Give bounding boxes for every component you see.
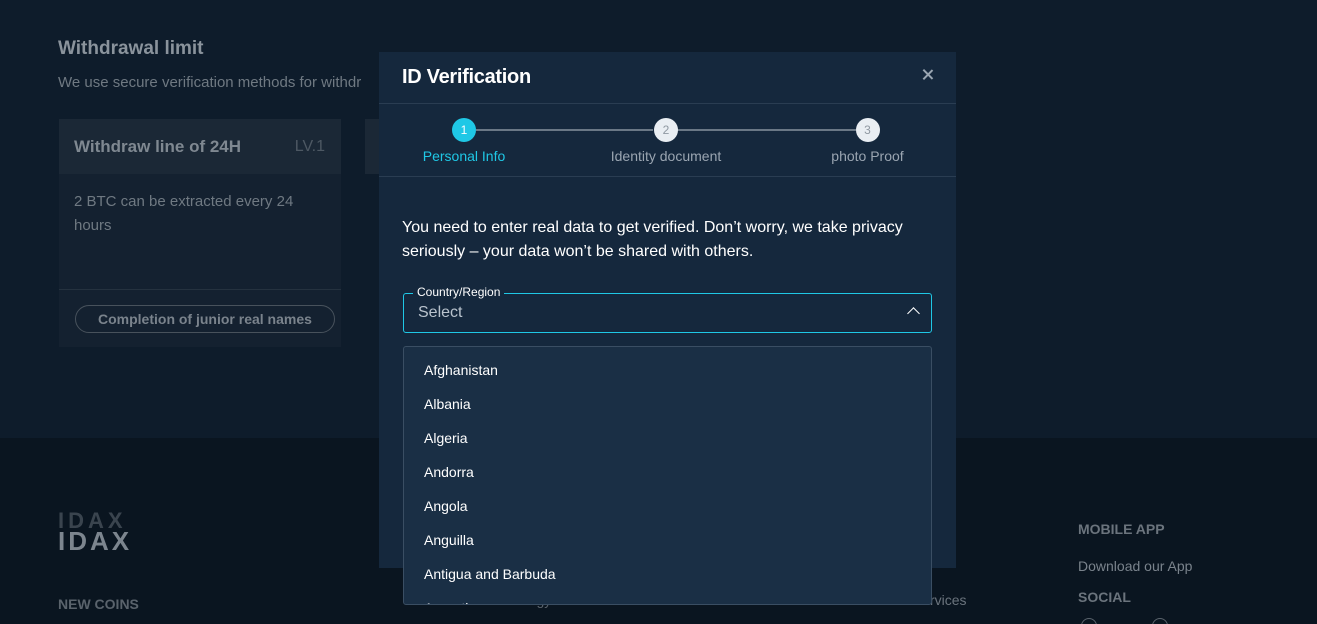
svg-text:IDAX: IDAX — [58, 526, 132, 554]
close-icon[interactable] — [920, 67, 936, 83]
step-photo-proof[interactable]: 3 photo Proof — [822, 118, 913, 164]
step-number: 2 — [654, 118, 678, 142]
withdrawal-limit-title: Withdrawal limit — [58, 38, 204, 59]
step-label: Identity document — [610, 148, 722, 164]
withdraw-card-title: Withdraw line of 24H — [74, 136, 242, 156]
country-option[interactable]: Afghanistan — [404, 353, 931, 387]
chevron-up-icon — [907, 307, 920, 320]
footer-new-coins[interactable]: NEW COINS — [58, 596, 139, 612]
download-app-link[interactable]: Download our App — [1078, 558, 1192, 574]
withdrawal-limit-subtitle: We use secure verification methods for w… — [58, 74, 362, 91]
step-number: 1 — [452, 118, 476, 142]
step-label: photo Proof — [831, 148, 904, 164]
modal-header: ID Verification — [379, 52, 956, 104]
junior-real-names-button[interactable]: Completion of junior real names — [75, 305, 335, 333]
country-option[interactable]: Antigua and Barbuda — [404, 557, 931, 591]
country-region-value: Select — [418, 304, 463, 321]
country-option[interactable]: Andorra — [404, 455, 931, 489]
modal-title: ID Verification — [402, 66, 531, 88]
country-dropdown-list[interactable]: Afghanistan Albania Algeria Andorra Ango… — [403, 346, 932, 605]
step-label: Personal Info — [422, 148, 506, 164]
withdraw-card: Withdraw line of 24H LV.1 2 BTC can be e… — [59, 119, 341, 347]
country-region-label: Country/Region — [413, 285, 505, 299]
withdraw-card-body: 2 BTC can be extracted every 24 hours — [59, 174, 341, 290]
country-option[interactable]: Algeria — [404, 421, 931, 455]
withdraw-card-header: Withdraw line of 24H LV.1 — [59, 119, 341, 174]
step-personal-info[interactable]: 1 Personal Info — [422, 118, 506, 164]
footer-social-heading: SOCIAL — [1078, 589, 1131, 605]
footer-link[interactable]: rvices — [930, 592, 967, 608]
footer-mobile-app-heading: MOBILE APP — [1078, 521, 1165, 537]
country-option[interactable]: Albania — [404, 387, 931, 421]
country-option[interactable]: Anguilla — [404, 523, 931, 557]
verification-intro-text: You need to enter real data to get verif… — [402, 219, 903, 260]
country-option[interactable]: Argentina — [404, 591, 931, 604]
verification-stepper: 1 Personal Info 2 Identity document 3 ph… — [379, 104, 956, 177]
idax-logo: IDAX IDAX — [58, 508, 132, 554]
step-number: 3 — [855, 118, 880, 142]
step-identity-document[interactable]: 2 Identity document — [605, 118, 727, 164]
level-badge: LV.1 — [294, 137, 325, 155]
country-option[interactable]: Angola — [404, 489, 931, 523]
country-region-select[interactable]: Country/Region Select — [403, 285, 932, 333]
